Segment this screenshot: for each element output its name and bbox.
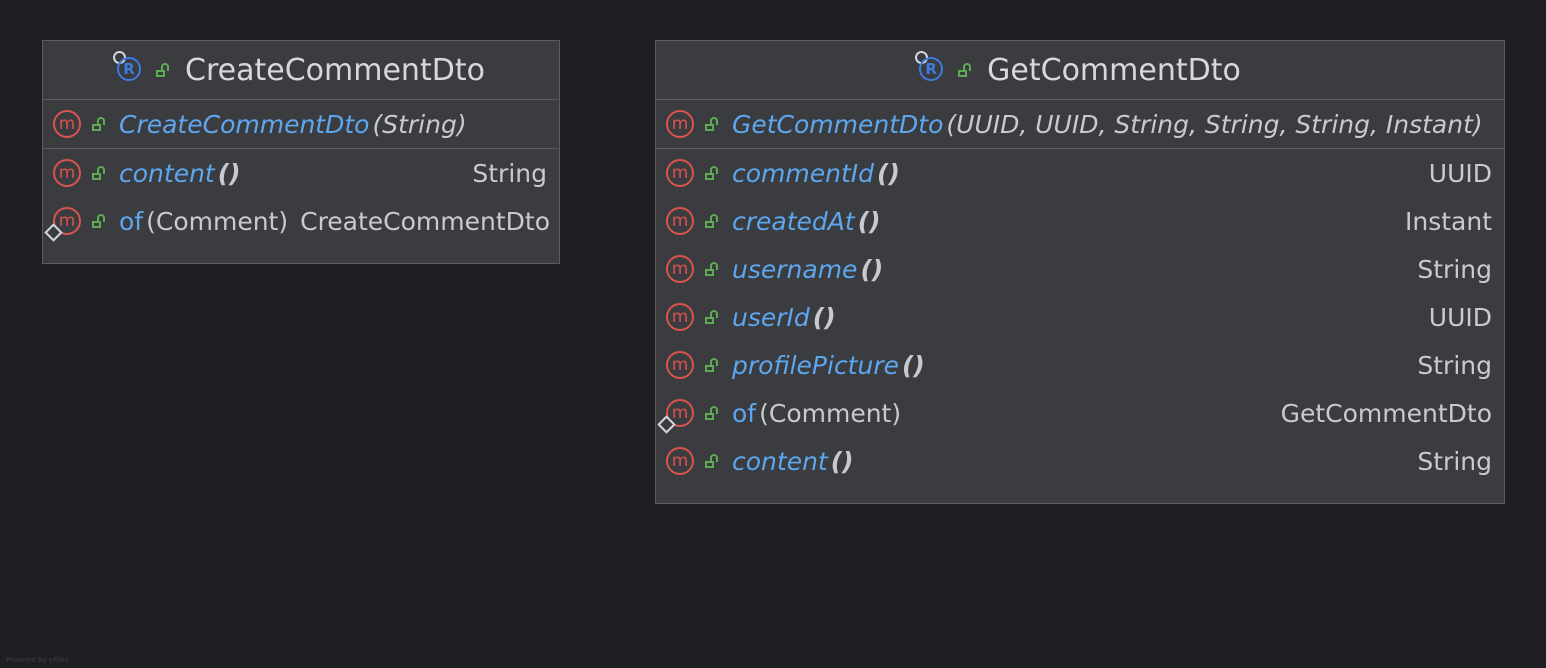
constructor-params: (String) <box>372 109 467 139</box>
record-icon: R <box>110 48 147 85</box>
method-params: () <box>812 302 836 332</box>
method-return-type: String <box>1417 254 1492 284</box>
method-params: () <box>857 206 881 236</box>
method-return-type: String <box>1417 446 1492 476</box>
method-name: content <box>732 446 828 476</box>
method-name: of <box>732 398 757 428</box>
method-name: of <box>119 206 144 236</box>
static-diamond-icon <box>44 223 63 242</box>
method-icon: m <box>666 207 694 235</box>
method-icon: m <box>666 110 694 138</box>
static-diamond-icon <box>657 415 676 434</box>
method-params: (Comment) <box>146 206 289 236</box>
constructor-params: (UUID, UUID, String, String, String, Ins… <box>946 109 1483 139</box>
method-row-username[interactable]: m username () String <box>656 245 1504 293</box>
method-params: () <box>217 158 241 188</box>
method-icon: m <box>666 447 694 475</box>
unlocked-icon <box>704 213 720 229</box>
class-box-getcommentdto[interactable]: R GetCommentDto m GetCommentDto (UUID, U… <box>655 40 1505 504</box>
constructor-row[interactable]: m GetCommentDto (UUID, UUID, String, Str… <box>656 100 1504 148</box>
constructor-row[interactable]: m CreateCommentDto (String) <box>43 100 559 148</box>
method-name: username <box>732 254 858 284</box>
method-return-type: String <box>1417 350 1492 380</box>
unlocked-icon <box>957 62 973 78</box>
footer-note: Powered by yFiles <box>6 656 69 664</box>
constructor-section: m CreateCommentDto (String) <box>43 100 559 149</box>
unlocked-icon <box>704 405 720 421</box>
unlocked-icon <box>704 453 720 469</box>
unlocked-icon <box>704 261 720 277</box>
method-icon: m <box>53 159 81 187</box>
method-name: profilePicture <box>732 350 899 380</box>
method-icon: m <box>53 110 81 138</box>
method-row-of[interactable]: m of (Comment) GetCommentDto <box>656 389 1504 437</box>
unlocked-icon <box>91 213 107 229</box>
unlocked-icon <box>91 165 107 181</box>
unlocked-icon <box>704 309 720 325</box>
method-return-type: UUID <box>1428 302 1492 332</box>
method-params: (Comment) <box>759 398 902 428</box>
method-row-userid[interactable]: m userId () UUID <box>656 293 1504 341</box>
unlocked-icon <box>704 357 720 373</box>
method-name: commentId <box>732 158 875 188</box>
constructor-name: GetCommentDto <box>732 109 944 139</box>
class-box-createcommentdto[interactable]: R CreateCommentDto m CreateCommentDto (S… <box>42 40 560 264</box>
unlocked-icon <box>91 116 107 132</box>
method-return-type: Instant <box>1404 206 1492 236</box>
method-params: () <box>902 350 925 380</box>
constructor-name: CreateCommentDto <box>119 109 370 139</box>
method-icon: m <box>666 159 694 187</box>
method-row-commentid[interactable]: m commentId () UUID <box>656 149 1504 197</box>
method-icon: m <box>657 399 694 434</box>
method-return-type: UUID <box>1428 158 1492 188</box>
method-params: () <box>877 158 900 188</box>
record-icon: R <box>912 48 949 85</box>
method-params: () <box>830 446 854 476</box>
method-row-content[interactable]: m content () String <box>43 149 559 197</box>
unlocked-icon <box>704 116 720 132</box>
unlocked-icon <box>704 165 720 181</box>
method-params: () <box>860 254 884 284</box>
method-name: content <box>119 158 215 188</box>
method-icon: m <box>666 303 694 331</box>
method-row-content[interactable]: m content () String <box>656 437 1504 485</box>
method-return-type: CreateCommentDto <box>300 206 551 236</box>
method-row-of[interactable]: m of (Comment) CreateCommentDto <box>43 197 559 245</box>
unlocked-icon <box>155 62 171 78</box>
method-icon: m <box>44 207 81 242</box>
constructor-section: m GetCommentDto (UUID, UUID, String, Str… <box>656 100 1504 149</box>
method-return-type: GetCommentDto <box>1280 398 1492 428</box>
method-name: userId <box>732 302 810 332</box>
method-icon: m <box>666 255 694 283</box>
class-title: GetCommentDto <box>987 52 1241 88</box>
method-row-profilepicture[interactable]: m profilePicture () String <box>656 341 1504 389</box>
methods-section: m commentId () UUID m createdAt () Insta… <box>656 149 1504 485</box>
method-row-createdat[interactable]: m createdAt () Instant <box>656 197 1504 245</box>
method-icon: m <box>666 351 694 379</box>
class-header: R GetCommentDto <box>656 41 1504 100</box>
class-header: R CreateCommentDto <box>43 41 559 100</box>
method-return-type: String <box>472 158 547 188</box>
method-name: createdAt <box>732 206 855 236</box>
class-title: CreateCommentDto <box>185 52 485 88</box>
methods-section: m content () String m of (Comment) Creat… <box>43 149 559 245</box>
